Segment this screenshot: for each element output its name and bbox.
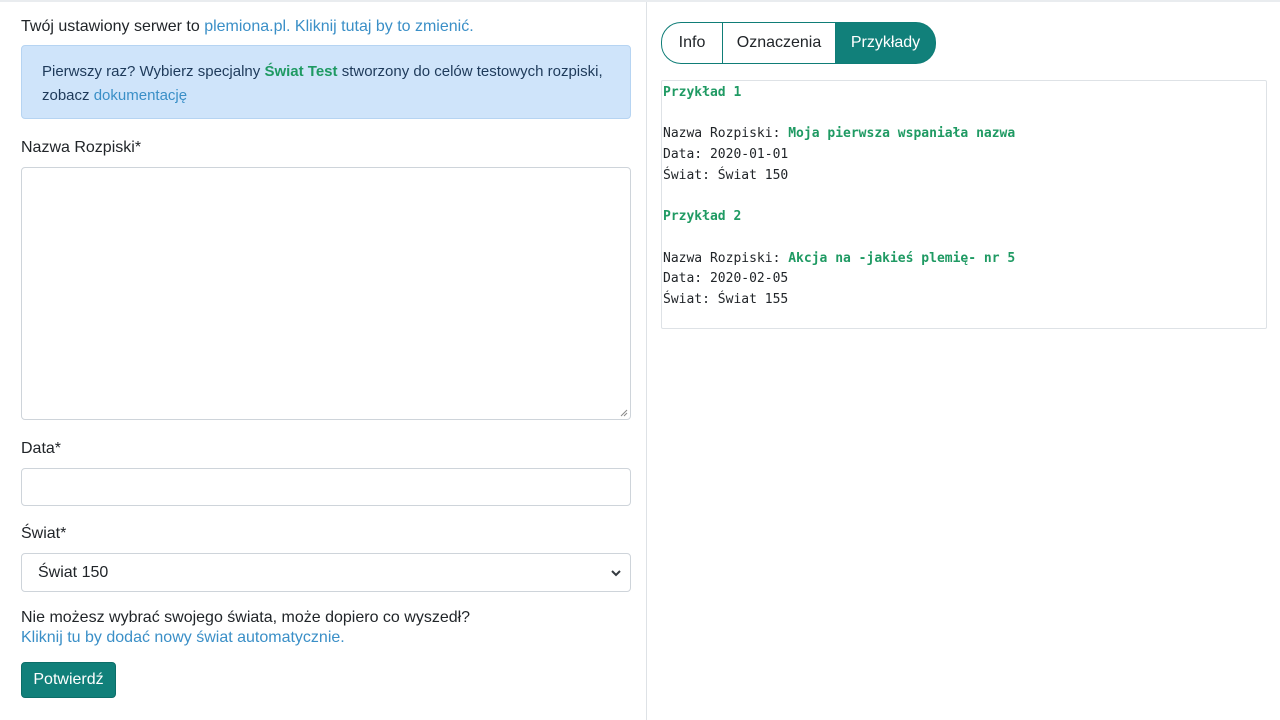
example-title: Przykład 1 (663, 85, 742, 100)
example-world-line: Świat: Świat 155 (663, 291, 789, 307)
tab-info[interactable]: Info (661, 22, 723, 64)
example-title: Przykład 2 (663, 209, 742, 225)
resize-grip-icon[interactable] (620, 409, 628, 417)
first-time-alert: Pierwszy raz? Wybierz specjalny Świat Te… (21, 45, 631, 119)
documentation-link[interactable]: dokumentację (94, 87, 187, 104)
world-label: Świat* (21, 525, 67, 542)
example-name-line: Nazwa Rozpiski: Akcja na -jakieś plemię-… (663, 249, 1266, 270)
tab-oznaczenia[interactable]: Oznaczenia (723, 22, 836, 64)
add-world-link[interactable]: Kliknij tu by dodać nowy świat automatyc… (21, 629, 345, 646)
top-border (0, 0, 1280, 2)
help-tabs: Info Oznaczenia Przykłady (661, 22, 936, 64)
world-select[interactable]: Świat 150 (21, 553, 631, 592)
examples-box: Przykład 1 Nazwa Rozpiski: Moja pierwsza… (661, 80, 1267, 329)
tab-przyklady[interactable]: Przykłady (836, 22, 936, 64)
change-server-link[interactable]: Kliknij tutaj by to zmienić. (295, 18, 474, 35)
server-name-link[interactable]: plemiona.pl. (204, 18, 290, 35)
name-label: Nazwa Rozpiski* (21, 139, 142, 156)
example-name-line: Nazwa Rozpiski: Moja pierwsza wspaniała … (663, 124, 1266, 145)
world-help-text: Nie możesz wybrać swojego świata, może d… (21, 609, 471, 626)
example-date-line: Data: 2020-02-05 (663, 271, 789, 287)
submit-button[interactable]: Potwierdź (21, 662, 116, 698)
server-info: Twój ustawiony serwer to plemiona.pl. Kl… (21, 17, 474, 37)
column-divider (646, 2, 647, 720)
alert-highlight: Świat Test (264, 63, 338, 80)
chevron-down-icon (611, 570, 621, 577)
world-help: Nie możesz wybrać swojego świata, może d… (21, 608, 470, 648)
alert-text-1: Pierwszy raz? Wybierz specjalny (42, 63, 261, 80)
name-textarea[interactable] (21, 167, 631, 420)
server-prefix: Twój ustawiony serwer to (21, 18, 200, 35)
example-name-key: Nazwa Rozpiski: (663, 250, 781, 266)
example-name-value: Akcja na -jakieś plemię- nr 5 (788, 250, 1016, 266)
example-date-line: Data: 2020-01-01 (663, 147, 789, 163)
example-name-value: Moja pierwsza wspaniała nazwa (788, 126, 1016, 142)
example-world-line: Świat: Świat 150 (663, 167, 789, 183)
example-name-key: Nazwa Rozpiski: (663, 126, 781, 142)
world-selected-value: Świat 150 (38, 564, 109, 581)
date-label: Data* (21, 440, 62, 457)
date-input[interactable] (21, 468, 631, 506)
